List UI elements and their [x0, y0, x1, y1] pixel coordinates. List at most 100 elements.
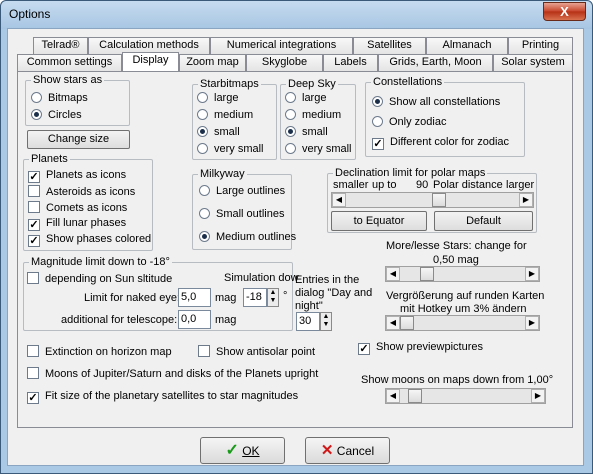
cancel-button[interactable]: ✕ Cancel	[305, 437, 390, 464]
smaller-label: smaller	[333, 179, 369, 191]
checkmark-icon: ✓	[225, 442, 239, 459]
vergroesserung-thumb[interactable]	[400, 316, 414, 330]
entries-input[interactable]: 30	[296, 312, 320, 331]
more-less-stars-label: More/lesse Stars: change for	[386, 240, 527, 252]
tab-solar-system[interactable]: Solar system	[493, 54, 573, 71]
tab-satellites[interactable]: Satellites	[353, 37, 426, 54]
checkbox-planets-as-icons[interactable]: ✓ Planets as icons	[28, 169, 126, 183]
vergroesserung-label-1: Vergrößerung auf runden Karten	[386, 290, 545, 302]
checkbox-antisolar-point[interactable]: Show antisolar point	[198, 345, 315, 359]
scroll-right-icon[interactable]: ▶	[531, 389, 545, 403]
radio-bitmaps[interactable]: Bitmaps	[31, 92, 88, 106]
larger-label: larger	[506, 179, 535, 191]
tab-almanach[interactable]: Almanach	[426, 37, 508, 54]
starbitmaps-legend: Starbitmaps	[198, 78, 261, 90]
cancel-label: Cancel	[336, 444, 375, 458]
ok-button[interactable]: ✓ OK	[200, 437, 285, 464]
deepsky-small[interactable]: small	[285, 126, 328, 140]
checkbox-depending-sun[interactable]: depending on Sun sltitude	[27, 272, 172, 286]
radio-indicator[interactable]	[31, 109, 42, 120]
tab-telrad[interactable]: Telrad®	[33, 37, 88, 54]
checkbox-fill-lunar-phases[interactable]: ✓ Fill lunar phases	[28, 217, 126, 231]
mag-unit-label: mag	[215, 292, 237, 304]
radio-circles[interactable]: Circles	[31, 109, 82, 123]
deepsky-very-small[interactable]: very small	[285, 143, 352, 157]
telescope-label: additional for telescope:	[61, 314, 178, 326]
checkbox-show-preview[interactable]: ✓ Show previewpictures	[358, 341, 483, 355]
deepsky-large[interactable]: large	[285, 92, 326, 106]
radio-large-outlines[interactable]: Large outlines	[199, 185, 285, 199]
tab-skyglobe[interactable]: Skyglobe	[246, 54, 323, 71]
tab-printing[interactable]: Printing	[508, 37, 573, 54]
declination-thumb[interactable]	[432, 193, 446, 207]
tab-grids-earth-moon[interactable]: Grids, Earth, Moon	[378, 54, 493, 71]
to-equator-button[interactable]: to Equator	[331, 211, 427, 231]
starbitmap-very-small[interactable]: very small	[197, 143, 264, 157]
starbitmap-medium[interactable]: medium	[197, 109, 253, 123]
scroll-left-icon[interactable]: ◀	[332, 193, 346, 207]
starbitmap-large[interactable]: large	[197, 92, 238, 106]
up-to-label: up to	[372, 179, 397, 191]
cross-icon: ✕	[320, 442, 334, 459]
more-less-stars-thumb[interactable]	[420, 267, 434, 281]
more-less-stars-slider[interactable]: ◀ ▶	[385, 266, 540, 282]
ok-label: OK	[242, 444, 260, 458]
magnitude-group: Magnitude limit down to -18° depending o…	[23, 256, 299, 331]
show-stars-legend: Show stars as	[31, 74, 105, 86]
scroll-left-icon[interactable]: ◀	[386, 267, 400, 281]
checkbox-asteroids-as-icons[interactable]: Asteroids as icons	[28, 185, 135, 199]
radio-indicator[interactable]	[31, 92, 42, 103]
checkbox-extinction[interactable]: Extinction on horizon map	[27, 345, 172, 359]
show-moons-slider[interactable]: ◀ ▶	[385, 388, 546, 404]
tab-display[interactable]: Display	[122, 52, 179, 71]
deep-sky-group: Deep Sky large medium small very small	[280, 78, 356, 160]
default-button[interactable]: Default	[434, 211, 533, 231]
entries-label: Entries in the dialog "Day and night"	[295, 274, 373, 312]
declination-legend: Declination limit for polar maps	[333, 167, 488, 179]
naked-eye-input[interactable]: 5,0	[178, 288, 211, 307]
planets-group: Planets ✓ Planets as icons Asteroids as i…	[23, 153, 153, 251]
scroll-left-icon[interactable]: ◀	[386, 316, 400, 330]
scroll-right-icon[interactable]: ▶	[525, 267, 539, 281]
declination-group: Declination limit for polar maps smaller…	[327, 167, 537, 233]
scroll-right-icon[interactable]: ▶	[519, 193, 533, 207]
title-bar: Options X	[1, 1, 592, 29]
checkbox-moons-upright[interactable]: Moons of Jupiter/Saturn and disks of the…	[27, 367, 318, 381]
checkbox-show-phases-colored[interactable]: ✓ Show phases colored	[28, 233, 151, 247]
checkbox-different-color-zodiac[interactable]: ✓ Different color for zodiac	[372, 136, 509, 150]
deep-sky-legend: Deep Sky	[286, 78, 338, 90]
starbitmap-small[interactable]: small	[197, 126, 240, 140]
more-less-stars-value: 0,50 mag	[433, 254, 479, 266]
simulation-input[interactable]: -18	[243, 288, 267, 307]
tab-numerical-integrations[interactable]: Numerical integrations	[210, 37, 353, 54]
milkyway-legend: Milkyway	[198, 168, 247, 180]
tab-zoom-map[interactable]: Zoom map	[179, 54, 246, 71]
naked-eye-label: Limit for naked eye:	[84, 292, 180, 304]
polar-distance-label: Polar distance	[433, 179, 503, 191]
radio-label: Bitmaps	[48, 92, 88, 104]
declination-slider[interactable]: ◀ ▶	[331, 192, 534, 208]
radio-show-all-constellations[interactable]: Show all constellations	[372, 96, 500, 110]
checkbox-comets-as-icons[interactable]: Comets as icons	[28, 201, 127, 215]
window-title: Options	[9, 7, 51, 21]
radio-small-outlines[interactable]: Small outlines	[199, 208, 284, 222]
simulation-label: Simulation dow	[224, 272, 299, 284]
deepsky-medium[interactable]: medium	[285, 109, 341, 123]
tab-labels[interactable]: Labels	[323, 54, 378, 71]
show-moons-thumb[interactable]	[408, 389, 422, 403]
mag-unit-label-2: mag	[215, 314, 237, 326]
planets-legend: Planets	[29, 153, 70, 165]
entries-spinner[interactable]: ▲ ▼	[320, 312, 332, 331]
radio-only-zodiac[interactable]: Only zodiac	[372, 116, 446, 130]
constellations-group: Constellations Show all constellations O…	[365, 76, 525, 157]
tab-common-settings[interactable]: Common settings	[17, 54, 122, 71]
checkbox-fit-size[interactable]: ✓ Fit size of the planetary satellites to…	[27, 390, 298, 404]
scroll-right-icon[interactable]: ▶	[525, 316, 539, 330]
radio-medium-outlines[interactable]: Medium outlines	[199, 231, 296, 245]
telescope-input[interactable]: 0,0	[178, 310, 211, 329]
scroll-left-icon[interactable]: ◀	[386, 389, 400, 403]
close-button[interactable]: X	[543, 2, 586, 21]
change-size-button[interactable]: Change size	[27, 130, 130, 149]
vergroesserung-slider[interactable]: ◀ ▶	[385, 315, 540, 331]
simulation-spinner[interactable]: ▲ ▼	[267, 288, 279, 307]
